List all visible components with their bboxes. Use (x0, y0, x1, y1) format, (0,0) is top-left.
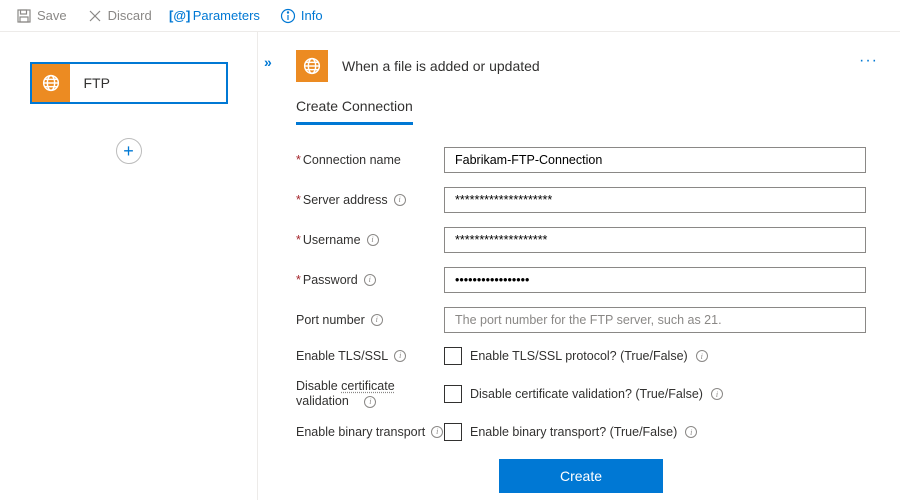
label-connection-name: *Connection name (296, 152, 444, 168)
info-icon[interactable]: i (711, 388, 723, 400)
cert-checkbox[interactable] (444, 385, 462, 403)
save-icon (16, 8, 32, 24)
panel-tabs: Create Connection (296, 98, 874, 125)
main-area: FTP + » ··· When a file is added or upda… (0, 32, 900, 500)
cert-check-label: Disable certificate validation? (True/Fa… (470, 387, 703, 401)
row-password: *Password i (296, 267, 866, 293)
info-icon[interactable]: i (394, 194, 406, 206)
panel-title: When a file is added or updated (342, 58, 540, 74)
binary-check-label: Enable binary transport? (True/False) (470, 425, 677, 439)
row-port: Port number i (296, 307, 866, 333)
binary-checkbox[interactable] (444, 423, 462, 441)
parameters-icon: [@] (172, 8, 188, 24)
label-tls: Enable TLS/SSL i (296, 348, 444, 364)
tls-checkbox[interactable] (444, 347, 462, 365)
port-input[interactable] (444, 307, 866, 333)
info-icon[interactable]: i (371, 314, 383, 326)
info-icon[interactable]: i (364, 396, 376, 408)
label-username: *Username i (296, 232, 444, 248)
submit-row: Create (296, 459, 866, 493)
panel-header: When a file is added or updated (296, 50, 874, 82)
info-icon[interactable]: i (367, 234, 379, 246)
label-server-address: *Server address i (296, 192, 444, 208)
toolbar-label: Discard (108, 8, 152, 23)
toolbar-label: Info (301, 8, 323, 23)
trigger-icon (296, 50, 328, 82)
row-connection-name: *Connection name (296, 147, 866, 173)
workflow-sidebar: FTP + (0, 32, 258, 500)
step-label: FTP (70, 75, 110, 91)
label-port: Port number i (296, 312, 444, 328)
add-step-button[interactable]: + (116, 138, 142, 164)
info-icon[interactable]: i (696, 350, 708, 362)
info-icon (280, 8, 296, 24)
row-username: *Username i (296, 227, 866, 253)
label-binary: Enable binary transport i (296, 424, 444, 440)
username-input[interactable] (444, 227, 866, 253)
more-options-button[interactable]: ··· (859, 52, 878, 70)
ftp-icon (32, 64, 70, 102)
parameters-button[interactable]: [@] Parameters (164, 4, 268, 28)
server-address-input[interactable] (444, 187, 866, 213)
tls-check-label: Enable TLS/SSL protocol? (True/False) (470, 349, 688, 363)
close-icon (87, 8, 103, 24)
connection-form: *Connection name *Server address i *User… (296, 147, 866, 493)
toolbar-label: Parameters (193, 8, 260, 23)
info-icon[interactable]: i (394, 350, 406, 362)
label-password: *Password i (296, 272, 444, 288)
plus-icon: + (123, 142, 134, 160)
password-input[interactable] (444, 267, 866, 293)
info-icon[interactable]: i (685, 426, 697, 438)
tab-create-connection[interactable]: Create Connection (296, 98, 413, 125)
row-tls: Enable TLS/SSL i Enable TLS/SSL protocol… (296, 347, 866, 365)
command-bar: Save Discard [@] Parameters Info (0, 0, 900, 32)
save-button[interactable]: Save (8, 4, 75, 28)
info-icon[interactable]: i (431, 426, 443, 438)
info-icon[interactable]: i (364, 274, 376, 286)
toolbar-label: Save (37, 8, 67, 23)
collapse-panel-button[interactable]: » (264, 54, 272, 70)
row-cert: Disable certificate validation i Disable… (296, 379, 866, 409)
step-card-ftp[interactable]: FTP (30, 62, 228, 104)
row-server-address: *Server address i (296, 187, 866, 213)
designer-panel: » ··· When a file is added or updated Cr… (258, 32, 900, 500)
discard-button[interactable]: Discard (79, 4, 160, 28)
connection-name-input[interactable] (444, 147, 866, 173)
label-cert: Disable certificate validation i (296, 379, 444, 409)
info-button[interactable]: Info (272, 4, 331, 28)
row-binary: Enable binary transport i Enable binary … (296, 423, 866, 441)
create-button[interactable]: Create (499, 459, 663, 493)
